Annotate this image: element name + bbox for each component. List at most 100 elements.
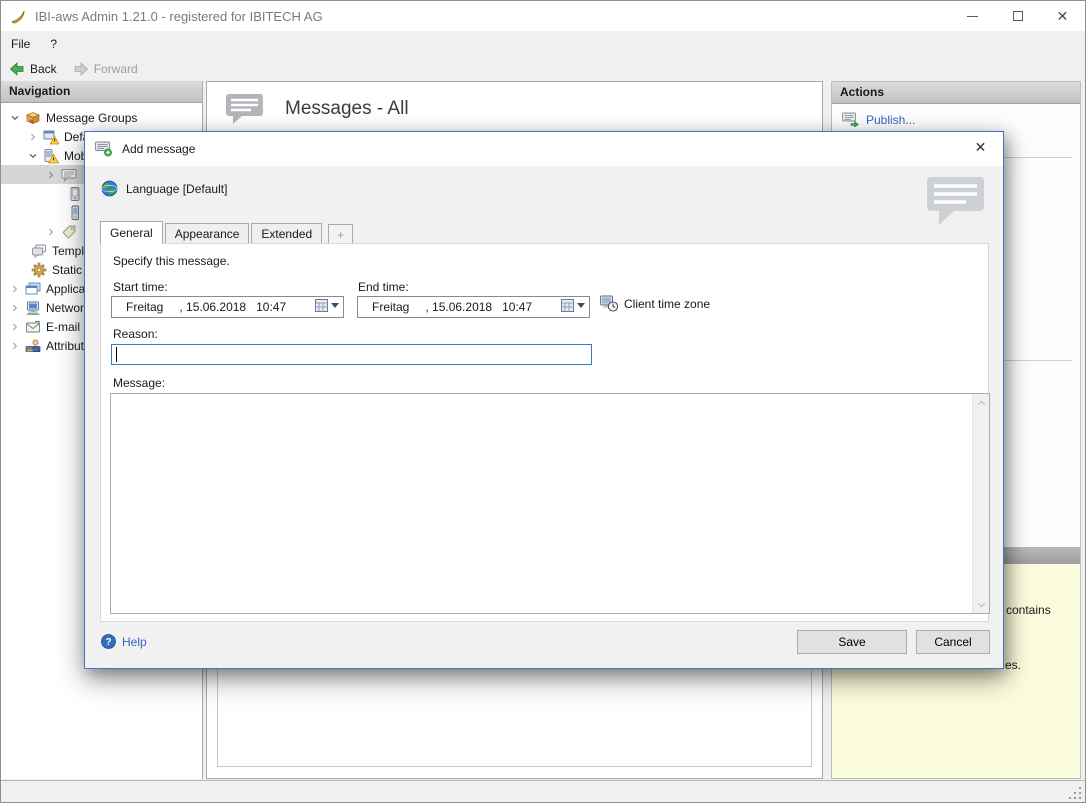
back-label: Back [30,61,57,76]
tab-extended[interactable]: Extended [251,223,323,244]
dialog-footer: ? Help Save Cancel [85,620,1003,668]
menu-help[interactable]: ? [40,33,67,55]
client-time-zone-icon [600,295,618,312]
minimize-button[interactable] [950,1,995,31]
tab-add[interactable]: + [328,224,354,244]
status-bar [1,780,1085,802]
close-icon: ✕ [974,138,987,155]
datetime-day: Freitag [372,300,410,314]
minimize-icon [967,15,978,17]
message-icon [61,167,77,183]
messages-header-icon [226,94,263,124]
navigation-header: Navigation [1,81,202,103]
chevron-down-icon [977,602,986,607]
calendar-icon [315,299,328,312]
add-message-dialog: Add message ✕ Language [Default] General… [84,131,1004,669]
scroll-down-button[interactable] [973,596,990,613]
cancel-button[interactable]: Cancel [916,630,990,654]
menu-file[interactable]: File [1,33,40,55]
message-watermark-icon [927,177,984,225]
forward-button[interactable]: Forward [65,58,146,80]
tab-appearance[interactable]: Appearance [164,223,250,244]
note-text-fragment: es. [1005,658,1022,672]
end-time-field[interactable]: Freitag , 15.06.2018 10:47 [357,296,590,318]
handheld-device-icon [67,186,83,202]
page-title: Messages - All [285,98,409,119]
general-tab-page: Specify this message. Start time: Freita… [100,243,990,622]
message-textarea[interactable] [110,393,990,614]
calendar-icon [561,299,574,312]
client-time-zone-label: Client time zone [624,296,711,311]
publish-label: Publish... [866,112,916,127]
globe-icon [101,180,118,197]
applications-icon [25,281,41,297]
chevron-right-icon[interactable] [9,283,21,295]
title-bar: IBI-aws Admin 1.21.0 - registered for IB… [1,1,1085,31]
end-time-label: End time: [358,280,409,294]
message-groups-icon [25,110,41,126]
chevron-right-icon[interactable] [27,131,39,143]
reason-input[interactable] [111,344,592,365]
save-button[interactable]: Save [797,630,907,654]
actions-header: Actions [832,82,1080,104]
tab-general[interactable]: General [100,221,163,244]
chevron-down-icon [331,303,339,308]
screens-warning-icon [43,129,60,145]
app-icon [11,10,25,24]
chevron-right-icon[interactable] [9,340,21,352]
datetime-date: , 15.06.2018 [425,300,493,314]
close-button[interactable]: ✕ [1040,1,1085,31]
tree-label: Message Groups [46,110,138,125]
language-label: Language [Default] [126,181,228,196]
help-link[interactable]: ? Help [101,634,147,649]
close-icon: ✕ [1056,8,1069,24]
forward-arrow-icon [74,61,88,76]
gear-icon [31,262,47,278]
window-title: IBI-aws Admin 1.21.0 - registered for IB… [35,8,323,24]
start-calendar-dropdown[interactable] [315,299,339,312]
publish-icon [842,112,859,127]
envelope-icon [25,319,41,335]
tree-label: E-mail [46,319,81,334]
help-label: Help [122,634,147,649]
svg-text:?: ? [105,637,111,648]
chevron-down-icon[interactable] [9,112,21,124]
templates-icon [31,243,47,259]
text-caret [116,347,117,362]
dialog-close-button[interactable]: ✕ [958,132,1003,162]
dialog-title-bar: Add message ✕ [85,132,1003,166]
chevron-down-icon[interactable] [27,150,39,162]
device-warning-icon [43,148,60,164]
publish-action[interactable]: Publish... [842,112,915,127]
user-icon [25,338,41,354]
resize-grip[interactable] [1069,787,1082,800]
start-time-label: Start time: [113,280,168,294]
chevron-down-icon [577,303,585,308]
message-label: Message: [113,376,166,390]
start-time-field[interactable]: Freitag , 15.06.2018 10:47 [111,296,344,318]
datetime-day: Freitag [126,300,164,314]
note-text-fragment: contains [1006,603,1051,617]
back-button[interactable]: Back [1,58,65,80]
tree-item-message-groups[interactable]: Message Groups [1,108,202,127]
app-window: IBI-aws Admin 1.21.0 - registered for IB… [0,0,1086,803]
chevron-right-icon[interactable] [45,226,57,238]
menu-bar: File ? [1,31,1085,56]
maximize-button[interactable] [995,1,1040,31]
chevron-right-icon[interactable] [45,169,57,181]
help-icon: ? [101,634,116,649]
dialog-title: Add message [122,142,196,156]
toolbar: Back Forward [1,56,1085,81]
chevron-right-icon[interactable] [9,302,21,314]
chevron-up-icon [977,400,986,405]
end-calendar-dropdown[interactable] [561,299,585,312]
datetime-time: 10:47 [256,300,287,314]
forward-label: Forward [93,61,138,76]
client-time-zone-indicator: Client time zone [600,295,710,312]
vertical-scrollbar[interactable] [972,394,989,613]
instruction-text: Specify this message. [113,254,230,268]
reason-label: Reason: [113,327,158,341]
scroll-up-button[interactable] [973,394,990,411]
chevron-right-icon[interactable] [9,321,21,333]
add-message-icon [95,141,112,157]
